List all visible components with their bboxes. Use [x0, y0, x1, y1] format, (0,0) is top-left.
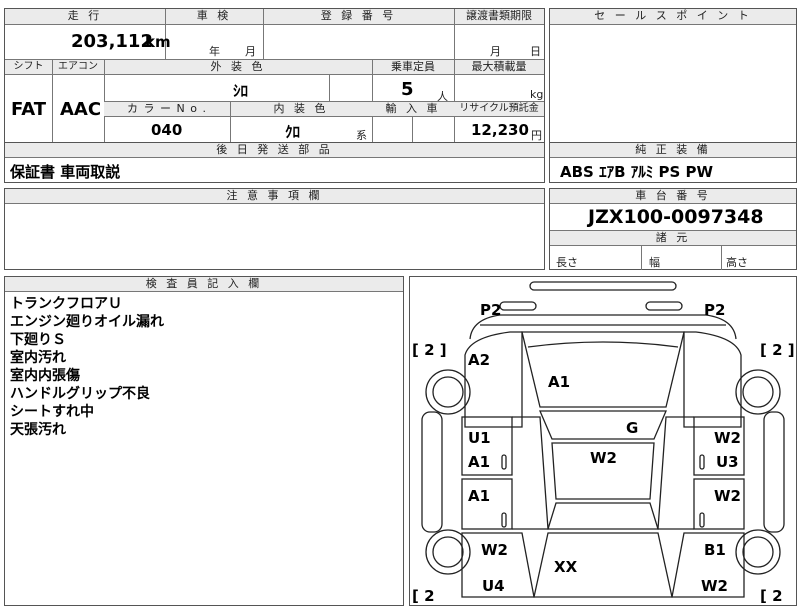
label-u1: U1 [468, 429, 491, 447]
chassis-header: 車 台 番 号 [550, 189, 796, 204]
label-a1-left1: A1 [468, 453, 490, 471]
width-label: 幅 [649, 256, 660, 269]
shipping-parts-value: 保証書 車両取説 [10, 163, 121, 181]
label-bracket-left-top: [ 2 ] [412, 341, 447, 359]
shift-value: FAT [11, 99, 47, 120]
label-bracket-right-bottom: [ 2 [760, 587, 783, 605]
label-xx: XX [554, 558, 578, 576]
height-label: 高さ [726, 256, 748, 269]
mileage-unit: km [145, 33, 171, 51]
length-label: 長さ [556, 256, 578, 269]
shipping-parts-box: 後 日 発 送 部 品 保証書 車両取説 [4, 142, 545, 183]
transfer-doc-header: 譲渡書類期限 [454, 9, 544, 25]
inspector-notes: トランクフロアＵ エンジン廻りオイル漏れ 下廻りＳ 室内汚れ 室内内張傷 ハンド… [10, 295, 164, 439]
label-w2-right2: W2 [714, 487, 741, 505]
label-bracket-right-top: [ 2 ] [760, 341, 795, 359]
label-w2-center: W2 [590, 449, 617, 467]
label-b1: B1 [704, 541, 726, 559]
capacity-value: 5 [401, 79, 414, 100]
note-item: 室内汚れ [10, 350, 66, 366]
equipment-header: 純 正 装 備 [550, 143, 796, 158]
chassis-box: 車 台 番 号 JZX100-0097348 諸 元 長さ 幅 高さ [549, 188, 797, 270]
label-u4: U4 [482, 577, 505, 595]
chassis-number: JZX100-0097348 [588, 206, 764, 228]
interior-color-header: 内 装 色 [230, 102, 372, 117]
car-diagram: P2 P2 [ 2 ] [ 2 ] A2 A1 G U1 A1 W2 W2 U3… [412, 281, 795, 605]
max-load-header: 最大積載量 [454, 60, 544, 75]
note-item: シートすれ中 [10, 404, 94, 420]
equipment-box: 純 正 装 備 ABS ｴｱB ｱﾙﾐ PS PW [549, 142, 797, 183]
inspector-box: 検 査 員 記 入 欄 トランクフロアＵ エンジン廻りオイル漏れ 下廻りＳ 室内… [4, 276, 404, 606]
caution-box: 注 意 事 項 欄 [4, 188, 545, 270]
aircon-header: エアコン [52, 60, 104, 75]
exterior-color-header: 外 装 色 [104, 60, 372, 75]
sales-point-header: セ ー ル ス ポ イ ン ト [550, 9, 796, 25]
label-a1-top: A1 [548, 373, 570, 391]
inspection-header: 車 検 [165, 9, 263, 25]
label-w2-bottom-right: W2 [701, 577, 728, 595]
label-a1-left2: A1 [468, 487, 490, 505]
max-load-unit: kg [530, 88, 544, 101]
car-diagram-box: P2 P2 [ 2 ] [ 2 ] A2 A1 G U1 A1 W2 W2 U3… [409, 276, 797, 606]
shift-header: シフト [5, 60, 52, 75]
transfer-day-unit: 日 [530, 45, 541, 58]
color-no-value: 040 [151, 121, 183, 139]
label-w2-left-wheel: W2 [481, 541, 508, 559]
transfer-month-unit: 月 [490, 45, 501, 58]
label-u3: U3 [716, 453, 739, 471]
inspection-year-unit: 年 [209, 45, 220, 58]
interior-suffix: 系 [356, 129, 367, 142]
vehicle-info-grid: 走 行 車 検 登 録 番 号 譲渡書類期限 203,112 km 年 月 月 … [4, 8, 545, 143]
note-item: 室内内張傷 [10, 368, 80, 384]
label-bracket-left-bottom: [ 2 [412, 587, 435, 605]
interior-color-value: ｸﾛ [285, 123, 301, 141]
import-header: 輸 入 車 [372, 102, 454, 117]
mileage-header: 走 行 [5, 9, 165, 25]
label-p2-right: P2 [704, 301, 725, 319]
exterior-color-value: ｼﾛ [233, 82, 249, 100]
equipment-value: ABS ｴｱB ｱﾙﾐ PS PW [560, 163, 714, 181]
note-item: ハンドルグリップ不良 [10, 386, 150, 402]
label-p2-left: P2 [480, 301, 501, 319]
note-item: エンジン廻りオイル漏れ [10, 314, 164, 330]
recycle-value: 12,230 [471, 121, 529, 139]
note-item: 天張汚れ [10, 422, 66, 438]
recycle-header: リサイクル預託金 [454, 102, 544, 117]
label-g: G [626, 419, 638, 437]
recycle-unit: 円 [531, 129, 542, 142]
inspector-header: 検 査 員 記 入 欄 [5, 277, 403, 292]
note-item: 下廻りＳ [10, 332, 66, 348]
mileage-value: 203,112 [71, 31, 153, 52]
aircon-value: AAC [60, 99, 102, 120]
label-a2: A2 [468, 351, 490, 369]
shipping-parts-header: 後 日 発 送 部 品 [5, 143, 544, 158]
caution-header: 注 意 事 項 欄 [5, 189, 544, 204]
registration-header: 登 録 番 号 [263, 9, 454, 25]
label-w2-right1: W2 [714, 429, 741, 447]
sales-point-box: セ ー ル ス ポ イ ン ト [549, 8, 797, 143]
note-item: トランクフロアＵ [10, 296, 122, 312]
inspection-month-unit: 月 [245, 45, 256, 58]
color-no-header: カ ラ ー N o . [104, 102, 230, 117]
dims-header: 諸 元 [550, 231, 796, 246]
capacity-header: 乗車定員 [372, 60, 454, 75]
